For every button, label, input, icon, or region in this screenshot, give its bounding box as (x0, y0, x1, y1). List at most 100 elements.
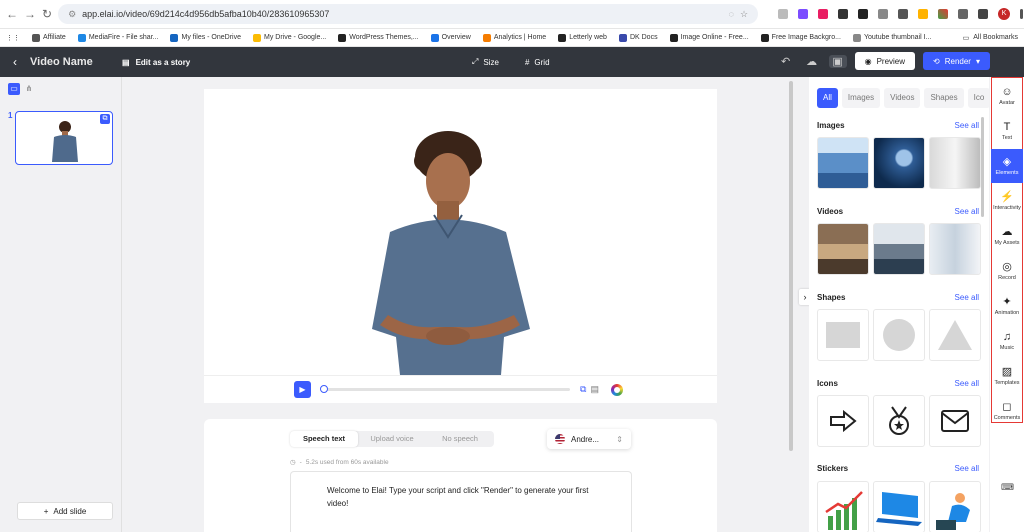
avatar-presenter[interactable] (204, 89, 717, 375)
camera-icon[interactable] (878, 9, 889, 19)
bookmark[interactable]: Overview (430, 33, 471, 42)
layout-icon[interactable]: ⧉ (580, 384, 586, 395)
video-name[interactable]: Video Name (30, 56, 110, 68)
filter-images[interactable]: Images (841, 88, 881, 108)
subtitles-icon[interactable]: ▤ (590, 384, 599, 395)
elements-scrollbar[interactable] (981, 117, 984, 217)
apps-grid-icon[interactable]: ⋮⋮ (6, 34, 20, 42)
circle-shape-tile[interactable] (873, 309, 925, 361)
cloud-save-icon[interactable]: ☁ (803, 55, 821, 68)
rail-music[interactable]: ♫ Music (991, 324, 1023, 358)
add-slide-button[interactable]: + Add slide (17, 502, 113, 520)
profile-avatar[interactable]: K (998, 8, 1011, 20)
extension-icon[interactable] (938, 9, 949, 19)
slide-thumbnail[interactable]: ⧉ (15, 111, 113, 165)
see-all-stickers[interactable]: See all (955, 464, 979, 473)
tab-no-speech[interactable]: No speech (426, 431, 494, 447)
sticker-tile[interactable] (817, 481, 869, 532)
bookmark[interactable]: My Drive - Google... (253, 33, 326, 42)
bookmark[interactable]: Analytics | Home (482, 33, 546, 42)
kebab-menu-icon[interactable] (1020, 9, 1024, 19)
extension-icon[interactable] (818, 9, 829, 19)
triangle-shape-tile[interactable] (929, 309, 981, 361)
back-arrow-icon[interactable]: ← (6, 7, 18, 21)
bookmark[interactable]: My files - OneDrive (170, 33, 241, 42)
see-all-videos[interactable]: See all (955, 207, 979, 216)
filter-all[interactable]: All (817, 88, 838, 108)
bookmark[interactable]: Youtube thumbnail I... (852, 33, 931, 42)
slides-view-icon[interactable]: ▭ (8, 83, 20, 95)
star-icon[interactable]: ☆ (740, 9, 748, 20)
video-tile[interactable] (873, 223, 925, 275)
address-bar[interactable]: ⚙ app.elai.io/video/69d214c4d956db5afba1… (58, 4, 759, 24)
tree-view-icon[interactable]: ⋔ (23, 83, 35, 95)
rail-elements[interactable]: ◈ Elements (991, 149, 1023, 183)
reload-icon[interactable]: ↻ (42, 7, 52, 21)
voice-selector[interactable]: Andre... ⇕ (547, 429, 631, 449)
rail-interactivity[interactable]: ⚡ Interactivity (991, 184, 1023, 218)
tab-speech-text[interactable]: Speech text (290, 431, 358, 447)
extension-icon[interactable] (778, 9, 789, 19)
sticker-tile[interactable] (929, 481, 981, 532)
all-bookmarks[interactable]: ▭ All Bookmarks (963, 34, 1018, 42)
bookmark[interactable]: Image Online - Free... (669, 33, 749, 42)
envelope-icon-tile[interactable] (929, 395, 981, 447)
filter-videos[interactable]: Videos (884, 88, 921, 108)
preview-button[interactable]: ◉ Preview (854, 52, 916, 70)
square-shape-tile[interactable] (817, 309, 869, 361)
see-all-icons[interactable]: See all (955, 379, 979, 388)
site-info-icon[interactable]: ⚙ (68, 9, 76, 20)
extension-icon[interactable] (918, 9, 929, 19)
bookmark[interactable]: WordPress Themes,... (338, 33, 419, 42)
size-button[interactable]: ⤢ Size (472, 57, 499, 67)
undo-icon[interactable]: ↶ (777, 55, 795, 68)
sticker-tile[interactable] (873, 481, 925, 532)
filter-icons[interactable]: Ico (967, 88, 989, 108)
medal-icon-tile[interactable] (873, 395, 925, 447)
image-tile[interactable] (929, 137, 981, 189)
bookmark[interactable]: DK Docs (618, 33, 658, 42)
eye-off-icon[interactable]: ◌ (729, 9, 734, 19)
color-picker-icon[interactable] (610, 383, 623, 396)
extension-icon[interactable] (798, 9, 809, 19)
script-textarea[interactable]: Welcome to Elai! Type your script and cl… (290, 471, 632, 532)
rail-avatar[interactable]: ☺ Avatar (991, 79, 1023, 113)
canvas-scrollbar[interactable] (789, 81, 793, 451)
bookmark[interactable]: Affiliate (32, 33, 66, 42)
back-chevron-icon[interactable]: ‹ (0, 55, 30, 69)
forward-arrow-icon[interactable]: → (24, 7, 36, 21)
extension-icon[interactable] (898, 9, 909, 19)
timeline-track[interactable] (320, 385, 570, 393)
video-tile[interactable] (929, 223, 981, 275)
keyboard-icon[interactable]: ⌨ (1001, 482, 1014, 493)
bookmark[interactable]: Free Image Backgro... (760, 33, 841, 42)
rail-comments[interactable]: ◻ Comments (991, 394, 1023, 428)
bookmark[interactable]: Letterly web (558, 33, 607, 42)
bookmark[interactable]: MediaFire - File shar... (77, 33, 158, 42)
download-icon[interactable] (978, 9, 989, 19)
rail-templates[interactable]: ▨ Templates (991, 359, 1023, 393)
arrow-right-icon-tile[interactable] (817, 395, 869, 447)
rail-record[interactable]: ◎ Record (991, 254, 1023, 288)
grid-button[interactable]: # Grid (525, 57, 550, 67)
image-tile[interactable] (817, 137, 869, 189)
duplicate-icon[interactable]: ⧉ (100, 114, 110, 124)
see-all-images[interactable]: See all (955, 121, 979, 130)
play-button[interactable]: ▶ (294, 381, 311, 398)
video-tile[interactable] (817, 223, 869, 275)
image-tile[interactable] (873, 137, 925, 189)
see-all-shapes[interactable]: See all (955, 293, 979, 302)
ai-assistant-icon[interactable]: ▣ (828, 54, 847, 68)
puzzle-icon[interactable] (958, 9, 969, 19)
video-canvas[interactable] (204, 89, 717, 375)
timeline-handle[interactable] (320, 385, 328, 393)
edit-as-story-button[interactable]: ▤ Edit as a story (122, 58, 190, 67)
extension-icon[interactable] (838, 9, 849, 19)
rail-animation[interactable]: ✦ Animation (991, 289, 1023, 323)
rail-text[interactable]: T Text (991, 114, 1023, 148)
rail-my-assets[interactable]: ☁ My Assets (991, 219, 1023, 253)
filter-shapes[interactable]: Shapes (924, 88, 964, 108)
render-button[interactable]: ⟲ Render ▾ (923, 52, 990, 70)
tab-upload-voice[interactable]: Upload voice (358, 431, 426, 447)
extension-icon[interactable] (858, 9, 869, 19)
